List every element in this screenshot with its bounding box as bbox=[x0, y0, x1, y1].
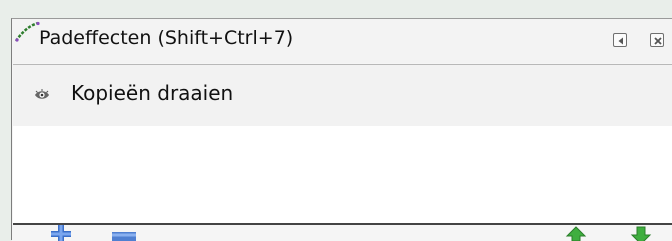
add-effect-button[interactable] bbox=[48, 225, 74, 241]
list-item-label: Kopieën draaien bbox=[71, 81, 234, 105]
arrow-up-icon bbox=[565, 226, 587, 241]
dialog-titlebar: Padeffecten (Shift+Ctrl+7) bbox=[12, 19, 672, 63]
arrow-down-icon bbox=[630, 226, 652, 241]
remove-icon bbox=[112, 232, 136, 241]
remove-effect-button[interactable] bbox=[111, 225, 137, 241]
path-effects-dialog: Padeffecten (Shift+Ctrl+7) Kopieën draai… bbox=[11, 18, 672, 241]
effects-toolbar bbox=[12, 225, 672, 241]
iconify-button[interactable] bbox=[613, 33, 627, 47]
effects-list[interactable]: Kopieën draaien bbox=[13, 64, 672, 224]
list-item[interactable]: Kopieën draaien bbox=[13, 65, 672, 126]
move-down-button[interactable] bbox=[628, 225, 654, 241]
iconify-icon bbox=[618, 37, 623, 45]
close-icon bbox=[654, 37, 662, 45]
close-button[interactable] bbox=[650, 33, 664, 47]
move-up-button[interactable] bbox=[563, 225, 589, 241]
path-effects-icon bbox=[14, 21, 40, 42]
dialog-title: Padeffecten (Shift+Ctrl+7) bbox=[39, 27, 294, 49]
add-icon bbox=[51, 225, 71, 241]
eye-icon[interactable] bbox=[33, 86, 51, 104]
